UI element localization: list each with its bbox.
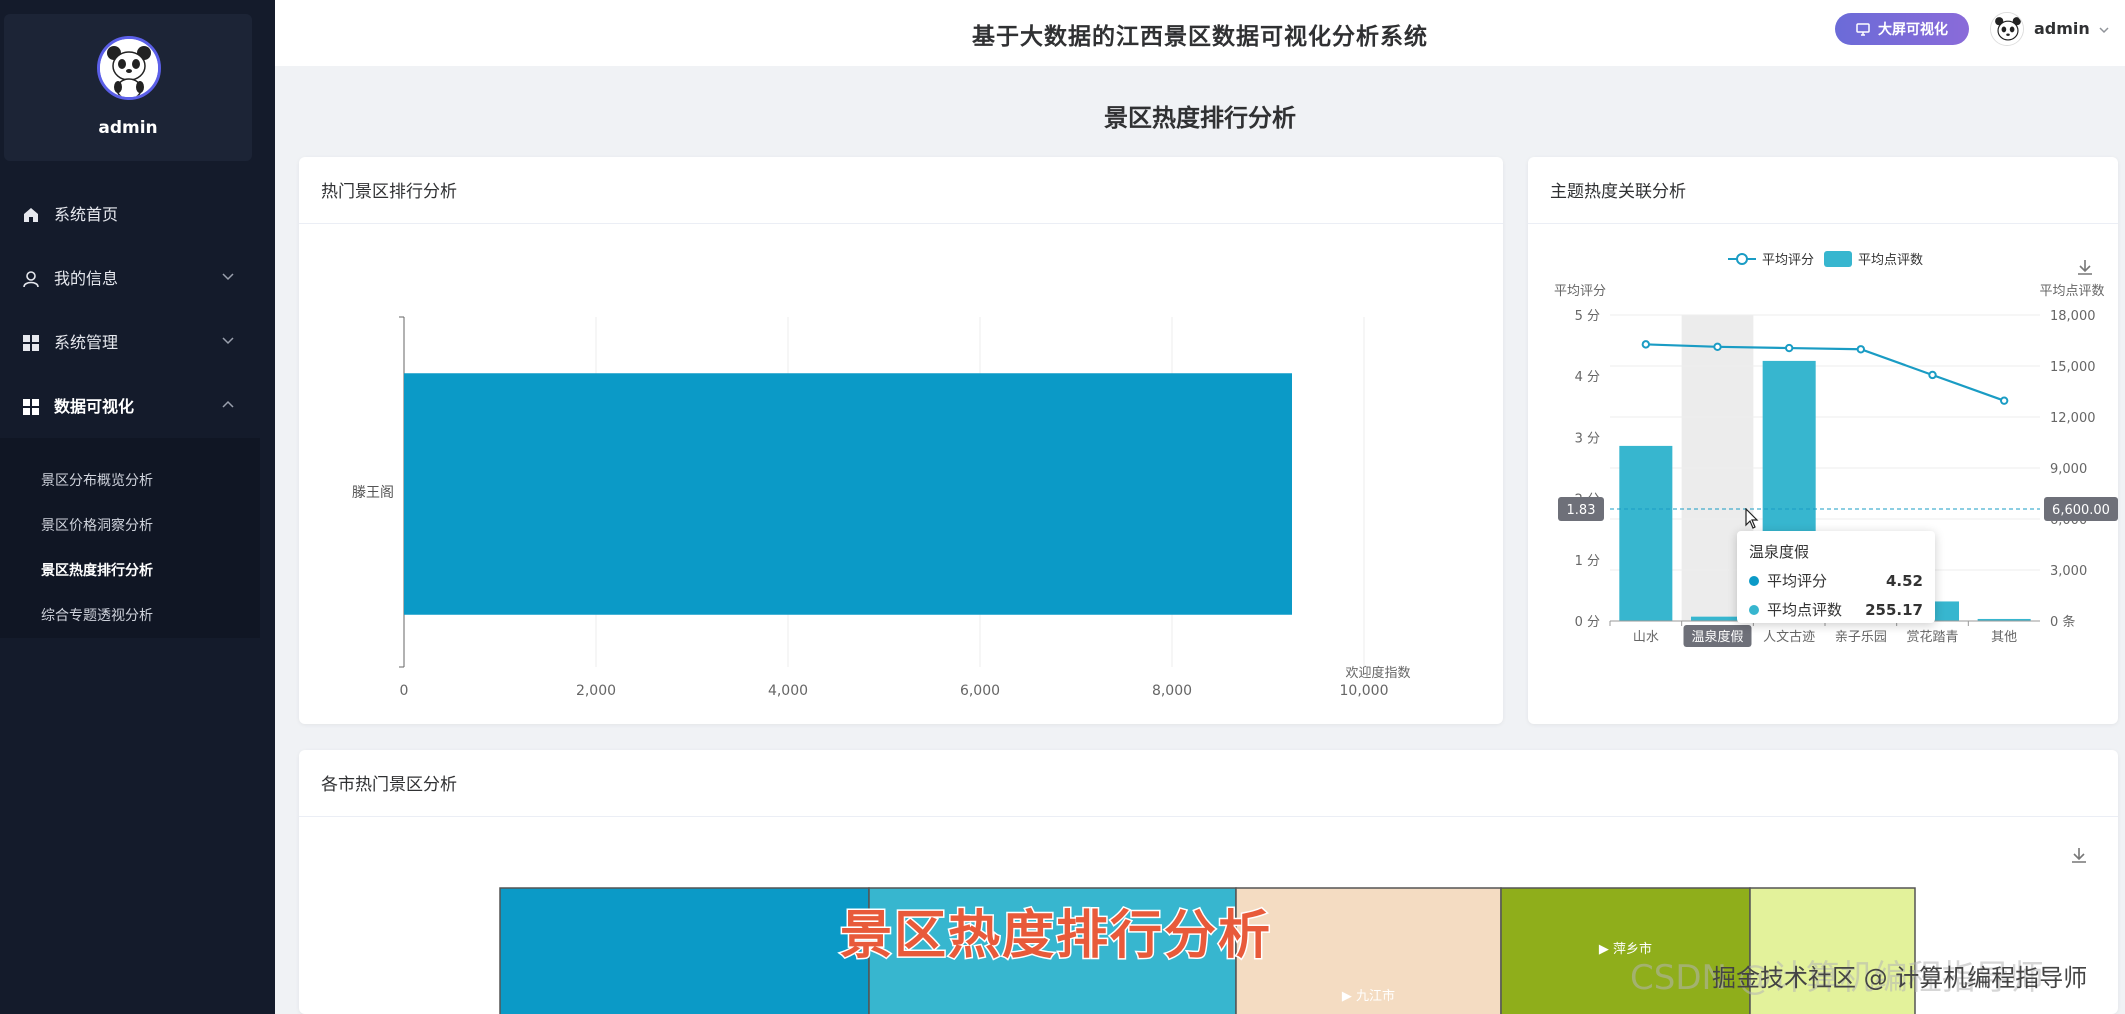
y-left-axis-label: 平均评分: [1554, 284, 1606, 299]
submenu-item-distribution[interactable]: 景区分布概览分析: [41, 471, 153, 491]
tooltip-row: 平均点评数 255.17: [1749, 599, 1923, 620]
grid-icon: [23, 335, 39, 351]
sidebar-item-system[interactable]: 系统管理: [0, 318, 275, 368]
x-tick-label: 2,000: [576, 683, 616, 699]
tooltip-series-name: 平均评分: [1767, 572, 1828, 590]
line-point[interactable]: [1856, 345, 1866, 354]
tooltip-category: 温泉度假: [1749, 543, 1810, 561]
submenu: 景区分布概览分析 景区价格洞察分析 景区热度排行分析 综合专题透视分析: [0, 438, 260, 638]
submenu-item-popularity[interactable]: 景区热度排行分析: [41, 561, 153, 581]
legend-bar-swatch: [1824, 251, 1852, 267]
x-tick-label: 0: [400, 683, 409, 699]
bar[interactable]: [404, 373, 1292, 615]
x-tick-label: 8,000: [1152, 683, 1192, 699]
cursor-icon: [1745, 508, 1759, 529]
y-right-tick-label: 9,000: [2050, 462, 2087, 477]
x-tick-label: 其他: [1991, 630, 2017, 645]
chart-tooltip: 温泉度假 平均评分 4.52 平均点评数 255.17: [1737, 531, 1935, 623]
monitor-icon: [1856, 23, 1870, 36]
y-left-tick-label: 0 分: [1575, 615, 1600, 630]
x-tick-label: 温泉度假: [1691, 629, 1743, 645]
submenu-item-price[interactable]: 景区价格洞察分析: [41, 516, 153, 536]
y-right-tick-label: 0 条: [2050, 614, 2075, 630]
video-caption: 景区热度排行分析: [838, 905, 1273, 968]
x-tick-label: 10,000: [1340, 683, 1389, 699]
y-left-tick-label: 5 分: [1575, 309, 1600, 324]
chevron-down-icon: [222, 273, 234, 281]
axis-pointer-left-text: 1.83: [1567, 503, 1596, 518]
page-title: 景区热度排行分析: [1104, 104, 1296, 132]
y-right-tick-label: 15,000: [2050, 360, 2096, 375]
y-left-tick-label: 1 分: [1575, 554, 1600, 569]
submenu-item-comprehensive[interactable]: 综合专题透视分析: [41, 606, 153, 626]
treemap-label: ▶ 九江市: [1342, 988, 1395, 1004]
chevron-down-icon: [222, 337, 234, 345]
line-point[interactable]: [1641, 340, 1651, 349]
tooltip-series-value: 255.17: [1865, 600, 1923, 619]
sidebar-item-my-info[interactable]: 我的信息: [0, 254, 275, 304]
bar[interactable]: [1619, 445, 1673, 621]
bigscreen-label: 大屏可视化: [1878, 22, 1948, 38]
header-username[interactable]: admin: [2034, 19, 2090, 38]
theme-correlation-card: 主题热度关联分析 0 条3,0006,0009,00012,00015,0001…: [1528, 157, 2118, 724]
chevron-down-icon[interactable]: [2098, 24, 2110, 36]
sidebar-item-label: 我的信息: [54, 269, 119, 288]
y-right-tick-label: 3,000: [2050, 564, 2087, 579]
legend-line-swatch: [1736, 253, 1748, 265]
legend-label[interactable]: 平均评分: [1762, 253, 1814, 268]
avatar[interactable]: [97, 36, 161, 100]
grid-icon: [23, 399, 39, 415]
x-tick-label: 4,000: [768, 683, 808, 699]
x-tick-label: 山水: [1633, 630, 1659, 645]
download-icon[interactable]: [2075, 257, 2095, 277]
y-right-tick-label: 12,000: [2050, 411, 2096, 426]
treemap-cell[interactable]: [499, 887, 870, 1014]
tooltip-series-value: 4.52: [1885, 571, 1923, 590]
y-right-tick-label: 18,000: [2050, 309, 2096, 324]
x-tick-label: 人文古迹: [1763, 630, 1815, 645]
tooltip-row: 平均评分 4.52: [1749, 570, 1923, 591]
y-left-tick-label: 4 分: [1575, 370, 1600, 385]
sidebar-item-home[interactable]: 系统首页: [0, 190, 275, 240]
series-dot: [1749, 604, 1759, 615]
x-axis-label: 欢迎度指数: [1345, 665, 1410, 681]
home-icon: [24, 208, 38, 222]
x-tick-label: 6,000: [960, 683, 1000, 699]
line-point[interactable]: [1713, 342, 1722, 352]
sidebar-item-data-visualization[interactable]: 数据可视化: [0, 382, 275, 432]
hot-ranking-chart: 0 2,000 4,000 6,000 8,000 10,000 滕王阁欢迎度指数: [352, 316, 1411, 699]
x-tick-label: 亲子乐园: [1835, 630, 1887, 645]
legend-label[interactable]: 平均点评数: [1858, 253, 1923, 268]
y-right-axis-label: 平均点评数: [2039, 284, 2104, 299]
sidebar-item-label: 数据可视化: [54, 397, 135, 416]
tooltip-series-name: 平均点评数: [1767, 601, 1843, 619]
panda-icon: [100, 39, 158, 97]
x-tick-label: 赏花踏青: [1906, 629, 1958, 645]
bigscreen-button[interactable]: 大屏可视化: [1835, 13, 1969, 45]
juejin-watermark: 掘金技术社区 @ 计算机编程指导师: [1712, 964, 2088, 992]
line-point[interactable]: [1928, 370, 1937, 380]
sidebar: admin 系统首页 我的信息 系统管理 数据可视化 景区分布概览分析 景区价格…: [0, 0, 275, 1014]
header: 基于大数据的江西景区数据可视化分析系统 大屏可视化 admin: [275, 0, 2125, 66]
series-dot: [1749, 575, 1759, 586]
sidebar-item-label: 系统管理: [54, 333, 119, 352]
theme-correlation-chart: 0 条3,0006,0009,00012,00015,00018,0000 分1…: [1554, 251, 2118, 647]
line-point[interactable]: [1784, 343, 1794, 353]
sidebar-username: admin: [98, 118, 158, 138]
hot-ranking-card: 热门景区排行分析 0 2,000 4,000 6,000 8,000 10,000 滕王阁欢…: [299, 157, 1503, 724]
y-left-tick-label: 3 分: [1575, 431, 1600, 446]
chevron-up-icon: [222, 400, 234, 408]
line-point[interactable]: [1999, 396, 2009, 405]
axis-pointer-right-text: 6,600.00: [2052, 503, 2110, 518]
header-avatar[interactable]: [1990, 12, 2024, 46]
user-icon: [23, 271, 39, 288]
sidebar-item-label: 系统首页: [54, 205, 119, 224]
user-card: admin: [4, 14, 252, 161]
y-category-label: 滕王阁: [352, 485, 394, 501]
